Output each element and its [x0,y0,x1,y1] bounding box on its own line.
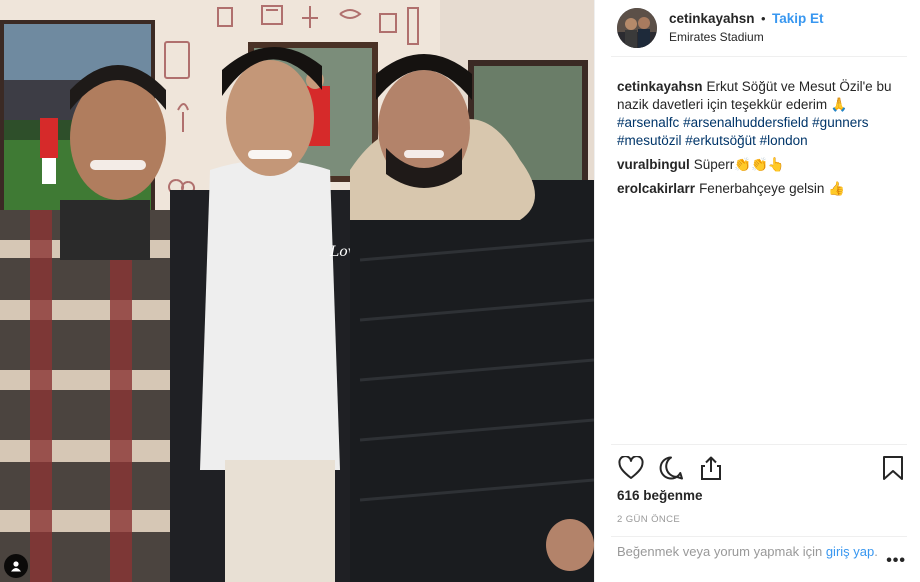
comment-text: Fenerbahçeye gelsin 👍 [699,181,845,196]
post-side-panel: cetinkayahsn • Takip Et Emirates Stadium… [594,0,920,582]
post-timestamp[interactable]: 2 GÜN ÖNCE [617,514,680,525]
avatar[interactable] [617,8,657,48]
post-username[interactable]: cetinkayahsn [669,11,755,26]
header-divider [611,56,907,57]
caption-author[interactable]: cetinkayahsn [617,79,703,94]
bookmark-icon[interactable] [879,454,907,482]
comment-author[interactable]: erolcakirlarr [617,181,695,196]
hashtag-link[interactable]: #arsenalfc [617,115,679,130]
photo-illustration: Love [0,0,594,582]
action-bar [617,454,907,482]
login-divider [611,536,907,537]
comment-author[interactable]: vuralbingul [617,157,690,172]
hashtag-link[interactable]: #arsenalhuddersfield [683,115,808,130]
actions-divider [611,444,907,445]
comment-item: vuralbingul Süperr👏👏👆 [617,156,907,174]
caption: cetinkayahsn Erkut Söğüt ve Mesut Özil'e … [617,78,907,150]
login-suffix: . [874,544,878,559]
share-icon[interactable] [697,454,725,482]
more-dots-icon[interactable]: ••• [886,552,906,570]
hashtag-link[interactable]: #erkutsöğüt [685,133,756,148]
comment-item: erolcakirlarr Fenerbahçeye gelsin 👍 [617,180,907,198]
post-photo[interactable]: Love [0,0,594,582]
comment-text: Süperr👏👏👆 [693,157,785,172]
comment-bubble-icon[interactable] [657,454,685,482]
separator-dot: • [761,11,766,26]
likes-count[interactable]: 616 beğenme [617,488,703,503]
follow-button[interactable]: Takip Et [772,11,824,26]
hashtag-link[interactable]: #mesutözil [617,133,682,148]
user-tag-icon[interactable] [4,554,28,578]
login-link[interactable]: giriş yap [826,544,874,559]
hashtag-link[interactable]: #gunners [812,115,868,130]
heart-icon[interactable] [617,454,645,482]
comments-list: cetinkayahsn Erkut Söğüt ve Mesut Özil'e … [617,78,907,204]
location-link[interactable]: Emirates Stadium [669,29,824,46]
hashtag-link[interactable]: #london [760,133,808,148]
login-text: Beğenmek veya yorum yapmak için [617,544,823,559]
login-prompt: Beğenmek veya yorum yapmak için giriş ya… [617,543,913,561]
post-header: cetinkayahsn • Takip Et Emirates Stadium [595,0,920,56]
